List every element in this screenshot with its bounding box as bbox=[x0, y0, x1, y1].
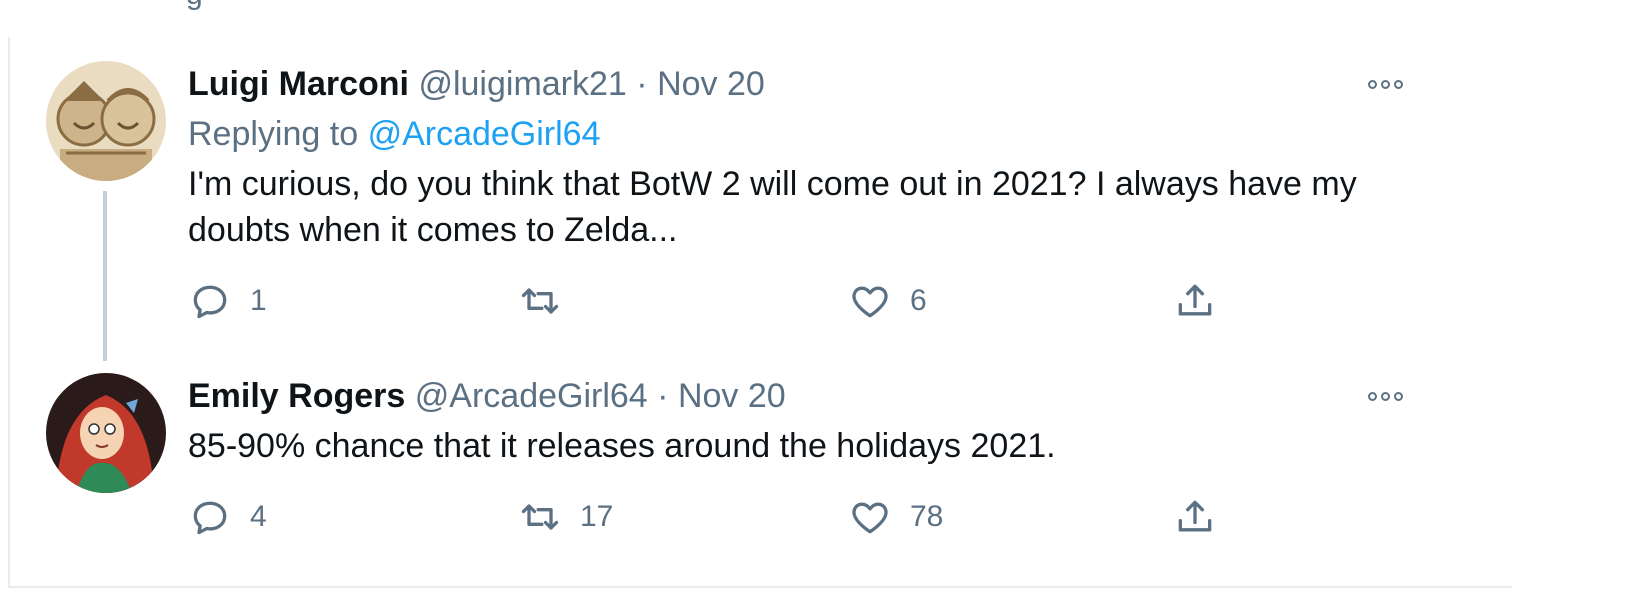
replying-to-mention[interactable]: @ArcadeGirl64 bbox=[368, 115, 601, 153]
tweet-header: Luigi Marconi @luigimark21 · Nov 20 bbox=[188, 64, 765, 104]
header-separator: · bbox=[657, 377, 669, 415]
author-handle[interactable]: @ArcadeGirl64 bbox=[415, 377, 648, 415]
heart-icon bbox=[852, 286, 888, 318]
emily-avatar-image bbox=[46, 373, 166, 493]
share-button[interactable] bbox=[1173, 279, 1217, 323]
share-button[interactable] bbox=[1173, 495, 1217, 539]
tweet-text: 85-90% chance that it releases around th… bbox=[188, 427, 1056, 465]
header-separator: · bbox=[636, 65, 648, 103]
reply-icon bbox=[193, 501, 227, 535]
previous-tweet-fragment: g bbox=[186, 0, 203, 12]
retweet-button[interactable] bbox=[518, 279, 580, 323]
reply-thread: Luigi Marconi @luigimark21 · Nov 20 Repl… bbox=[8, 37, 1512, 588]
retweet-button[interactable]: 17 bbox=[518, 495, 613, 539]
replying-to: Replying to @ArcadeGirl64 bbox=[188, 114, 601, 154]
avatar-luigi[interactable] bbox=[46, 61, 166, 181]
tweet-actions: 4 17 78 bbox=[188, 495, 1288, 539]
reply-count: 1 bbox=[250, 284, 267, 317]
share-icon bbox=[1178, 284, 1212, 316]
more-icon[interactable] bbox=[1368, 386, 1412, 406]
reply-button[interactable]: 1 bbox=[188, 279, 267, 323]
author-name[interactable]: Luigi Marconi bbox=[188, 65, 409, 103]
author-handle[interactable]: @luigimark21 bbox=[418, 65, 626, 103]
thread-connector-line bbox=[103, 191, 107, 361]
tweet-luigi[interactable]: Luigi Marconi @luigimark21 · Nov 20 Repl… bbox=[10, 37, 1514, 361]
share-icon bbox=[1178, 500, 1212, 532]
tweet-text: I'm curious, do you think that BotW 2 wi… bbox=[188, 165, 1357, 249]
heart-icon bbox=[852, 502, 888, 534]
tweet-date[interactable]: Nov 20 bbox=[678, 377, 786, 415]
replying-to-label: Replying to bbox=[188, 115, 359, 153]
author-name[interactable]: Emily Rogers bbox=[188, 377, 405, 415]
reply-count: 4 bbox=[250, 500, 267, 533]
more-icon[interactable] bbox=[1368, 74, 1412, 94]
like-count: 78 bbox=[910, 500, 944, 533]
reply-button[interactable]: 4 bbox=[188, 495, 267, 539]
reply-icon bbox=[193, 285, 227, 319]
like-button[interactable]: 6 bbox=[848, 279, 927, 323]
tweet-date[interactable]: Nov 20 bbox=[657, 65, 765, 103]
avatar-emily[interactable] bbox=[46, 373, 166, 493]
tweet-emily[interactable]: Emily Rogers @ArcadeGirl64 · Nov 20 85-9… bbox=[10, 357, 1514, 586]
retweet-icon bbox=[521, 288, 559, 314]
tweet-actions: 1 6 bbox=[188, 279, 1288, 323]
retweet-icon bbox=[521, 504, 559, 530]
retweet-count: 17 bbox=[580, 500, 614, 533]
tweet-header: Emily Rogers @ArcadeGirl64 · Nov 20 bbox=[188, 376, 786, 416]
luigi-avatar-image bbox=[46, 61, 166, 181]
like-count: 6 bbox=[910, 284, 927, 317]
like-button[interactable]: 78 bbox=[848, 495, 943, 539]
